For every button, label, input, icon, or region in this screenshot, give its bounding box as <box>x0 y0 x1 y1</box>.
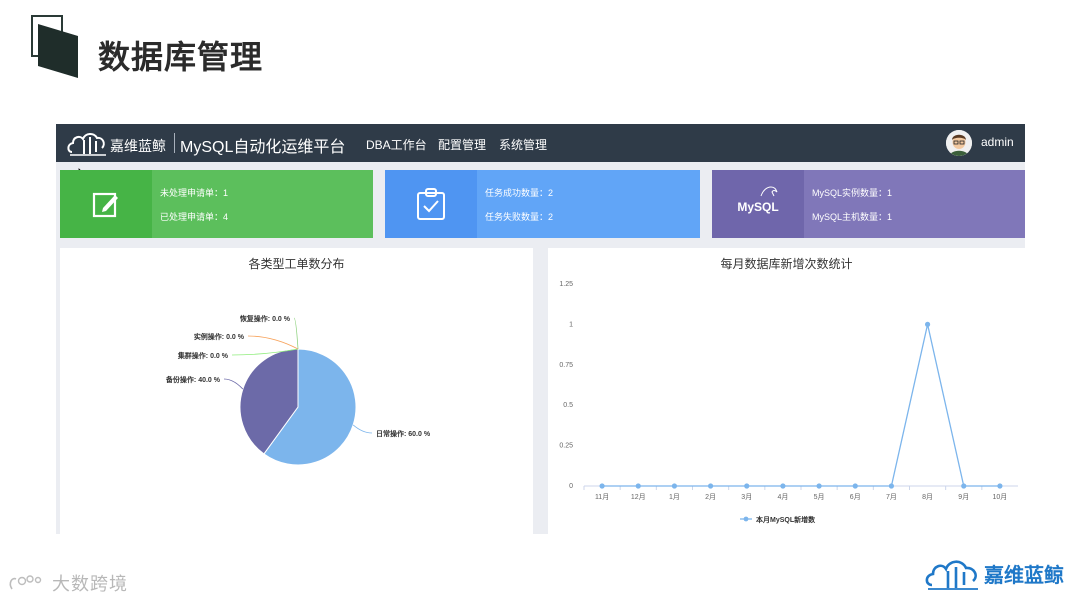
line-chart-panel: 每月数据库新增次数统计 0 0.25 0.5 0.75 1 1.25 11月 12月 1月 2月 3… <box>548 248 1025 534</box>
data-point-10 <box>961 483 967 489</box>
x-tick-label-5: 4月 <box>777 493 788 501</box>
pie-chart: 日常操作: 60.0 % 备份操作: 40.0 % 集群操作: 0.0 % 实例操作:… <box>165 314 431 466</box>
nav-item-system-management[interactable]: 系统管理 <box>499 136 547 153</box>
x-tick-label-3: 2月 <box>705 493 716 501</box>
app-title: MySQL自动化运维平台 <box>180 139 346 156</box>
x-tick-label-0: 11月 <box>595 493 609 501</box>
legend-marker-0 <box>743 516 749 522</box>
stat-card-mysql[interactable]: MySQL MySQL实例数量：1 MySQL主机数量：1 <box>712 170 1025 238</box>
username[interactable]: admin <box>981 135 1014 149</box>
brand-divider <box>174 133 175 153</box>
card-line-hosts: MySQL主机数量：1 <box>812 212 893 222</box>
card-icon-box <box>385 170 477 238</box>
slide: 数据库管理 嘉维蓝鲸 MySQL自动化运维平台 DBA工作台 配置管理 系统管理 <box>0 0 1080 604</box>
y-tick-label-0: 0 <box>569 483 573 490</box>
x-tick-label-11: 10月 <box>993 493 1008 501</box>
x-tick-label-1: 12月 <box>631 493 646 501</box>
slide-title: 数据库管理 <box>98 39 264 75</box>
brand-logo-icon <box>67 133 106 156</box>
watermark-logo-icon <box>9 575 42 590</box>
stat-card-requests[interactable]: 未处理申请单：1 已处理申请单：4 <box>60 170 373 238</box>
series-line-0 <box>602 324 1000 487</box>
mysql-logo-text: MySQL <box>737 200 779 214</box>
card-icon-box: MySQL <box>712 170 804 238</box>
pie-chart-panel: 各类型工单数分布 日常操作: 60.0 % 备份操作: 40.0 % 集群操作: 0… <box>60 248 533 534</box>
data-point-7 <box>852 483 858 489</box>
data-point-6 <box>816 483 822 489</box>
data-point-3 <box>707 483 714 489</box>
nav-item-config-management[interactable]: 配置管理 <box>438 136 486 153</box>
pie-label-1: 备份操作: 40.0 % <box>165 375 221 384</box>
card-line-processed: 已处理申请单：4 <box>160 212 229 222</box>
y-tick-label-5: 1.25 <box>559 281 573 288</box>
x-tick-label-10: 9月 <box>958 493 969 501</box>
card-line-failed: 任务失败数量：2 <box>485 212 554 222</box>
pie-connector-0 <box>352 424 373 434</box>
stat-card-tasks[interactable]: 任务成功数量：2 任务失败数量：2 <box>385 170 700 238</box>
nav-item-dba-workbench[interactable]: DBA工作台 <box>366 136 427 153</box>
dolphin-icon <box>760 186 778 197</box>
slide-logo-icon <box>31 15 78 78</box>
y-tick-label-3: 0.75 <box>559 362 573 369</box>
user-avatar[interactable] <box>946 130 972 156</box>
data-point-4 <box>744 483 750 489</box>
y-tick-label-1: 0.25 <box>559 443 573 450</box>
pie-label-4: 恢复操作: 0.0 % <box>240 314 291 323</box>
footer-left-text: 大数跨境 <box>52 574 128 594</box>
card-line-pending: 未处理申请单：1 <box>160 188 229 198</box>
app-window: 嘉维蓝鲸 MySQL自动化运维平台 DBA工作台 配置管理 系统管理 admin <box>56 124 1025 534</box>
brand-name: 嘉维蓝鲸 <box>110 138 166 154</box>
x-tick-label-6: 5月 <box>814 493 825 501</box>
card-line-instances: MySQL实例数量：1 <box>812 188 893 198</box>
card-icon-box <box>60 170 152 238</box>
footer-brand: 嘉维蓝鲸 <box>924 553 1064 593</box>
x-tick-label-2: 1月 <box>669 493 680 501</box>
clipboard-check-icon <box>417 188 445 220</box>
footer-watermark: 大数跨境 <box>8 572 128 594</box>
y-tick-label-2: 0.5 <box>563 402 573 409</box>
data-point-9 <box>924 321 931 327</box>
data-point-1 <box>635 483 641 489</box>
x-tick-label-4: 3月 <box>741 493 752 501</box>
edit-icon <box>92 192 118 218</box>
data-point-2 <box>671 483 678 489</box>
data-point-8 <box>888 483 895 489</box>
data-point-11 <box>997 483 1003 489</box>
data-point-5 <box>780 483 786 489</box>
card-line-success: 任务成功数量：2 <box>485 188 554 198</box>
x-tick-label-7: 6月 <box>850 493 861 501</box>
pie-connector-4 <box>293 317 299 350</box>
footer-right-text: 嘉维蓝鲸 <box>984 564 1064 587</box>
brand-cloud-logo-icon <box>925 560 978 590</box>
x-tick-label-8: 7月 <box>886 493 897 501</box>
pie-label-0: 日常操作: 60.0 % <box>376 429 431 438</box>
mysql-logo: MySQL <box>737 186 779 214</box>
y-tick-label-4: 1 <box>569 321 573 328</box>
pie-label-2: 集群操作: 0.0 % <box>177 351 229 360</box>
top-navbar: 嘉维蓝鲸 MySQL自动化运维平台 DBA工作台 配置管理 系统管理 admin <box>56 124 1025 162</box>
data-point-0 <box>599 483 605 489</box>
line-chart: 0 0.25 0.5 0.75 1 1.25 11月 12月 1月 2月 3月 4月 5月 6月 7月 8月 9… <box>559 281 1018 524</box>
pie-label-3: 实例操作: 0.0 % <box>194 332 245 341</box>
avatar-icon <box>946 130 972 156</box>
x-tick-label-9: 8月 <box>922 493 933 501</box>
legend-label-0: 本月MySQL新增数 <box>755 515 816 524</box>
pie-connector-1 <box>223 378 244 390</box>
pie-connector-3 <box>247 335 299 350</box>
